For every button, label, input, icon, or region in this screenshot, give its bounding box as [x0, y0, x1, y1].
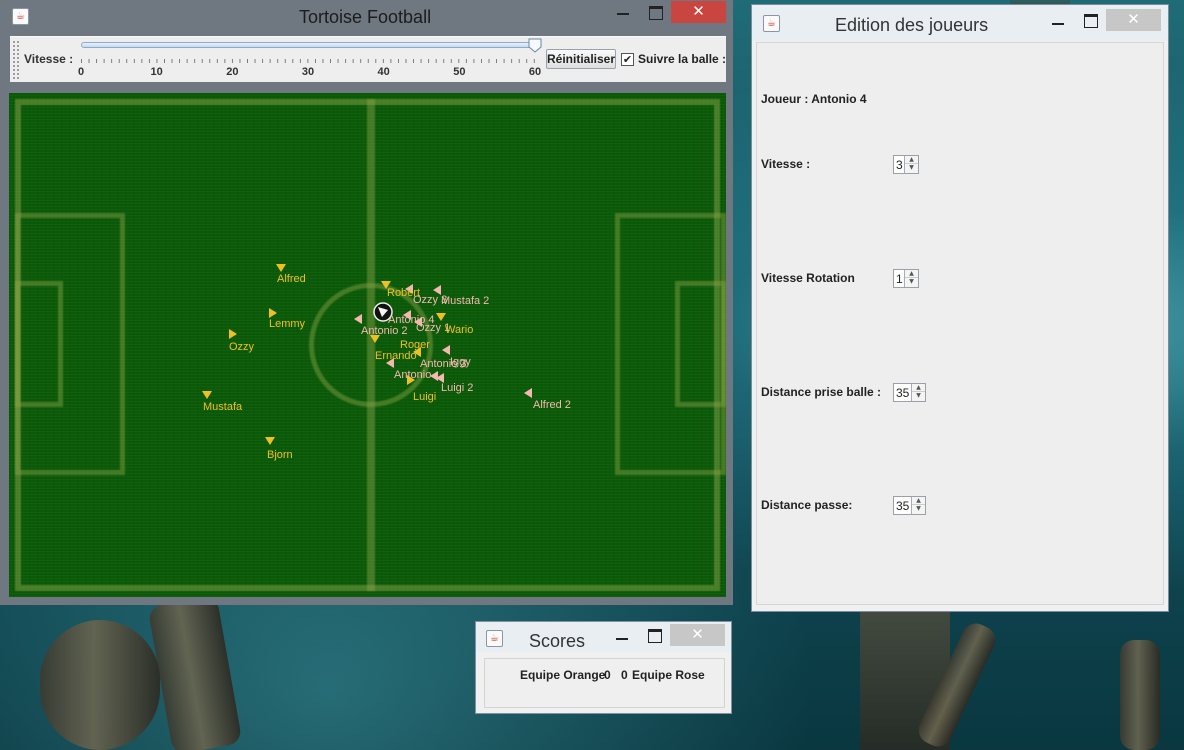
player-name-label[interactable]: Bjorn — [267, 449, 293, 461]
pass-distance-spinner[interactable]: 35 ▲ ▼ — [893, 496, 926, 515]
slider-thumb[interactable] — [528, 38, 542, 53]
field-label: Distance passe: — [761, 498, 853, 512]
spinner-up-arrow-icon[interactable]: ▲ — [905, 270, 918, 278]
field-label: Vitesse : — [761, 157, 811, 171]
team-left-score: 0 — [604, 668, 611, 682]
close-button[interactable]: ✕ — [671, 1, 726, 23]
player-name-label[interactable]: Ernando — [375, 350, 417, 362]
maximize-button[interactable] — [639, 1, 671, 23]
team-left-name: Equipe Orange — [520, 668, 606, 682]
scores-title: Scores — [529, 631, 586, 651]
spinner-up-arrow-icon[interactable]: ▲ — [905, 156, 918, 164]
spinner-buttons: ▲ ▼ — [904, 156, 918, 173]
spinner-down-arrow-icon[interactable]: ▼ — [905, 164, 918, 172]
spinner-value[interactable]: 1 — [896, 272, 903, 286]
speed-slider[interactable]: 0 10 20 30 40 50 60 — [77, 37, 543, 83]
edition-title: Edition des joueurs — [835, 15, 989, 35]
football-pitch[interactable]: Alfred Robert Ozzy 3 Mustafa 2 Antonio 4 Lemm… — [9, 93, 726, 597]
player-name-label[interactable]: Antonio — [394, 369, 431, 381]
follow-ball-checkbox[interactable]: ✔ — [621, 53, 634, 66]
rotation-speed-spinner[interactable]: 1 ▲ ▼ — [893, 269, 919, 288]
player-name-label[interactable]: Ozzy — [229, 341, 254, 353]
player-labels: Alfred Robert Ozzy 3 Mustafa 2 Antonio 4 Lemm… — [9, 93, 726, 597]
player-name-label[interactable]: Antonio 2 — [361, 325, 407, 337]
slider-ticks — [81, 55, 537, 63]
java-cup-icon[interactable]: ☕ — [486, 630, 503, 647]
spinner-buttons: ▲ ▼ — [911, 497, 925, 514]
field-label: Vitesse Rotation — [761, 271, 855, 285]
java-cup-icon[interactable]: ☕ — [763, 15, 780, 32]
team-right-name: Equipe Rose — [632, 668, 705, 682]
spinner-value[interactable]: 35 — [896, 499, 909, 513]
close-button[interactable]: ✕ — [1106, 9, 1161, 31]
ball-take-distance-spinner[interactable]: 35 ▲ ▼ — [893, 383, 926, 402]
background-machine — [40, 620, 160, 750]
minimize-button[interactable] — [1040, 11, 1074, 33]
tick-label: 20 — [226, 66, 239, 78]
minimize-button[interactable] — [604, 626, 638, 648]
toolbar: Vitesse : 0 10 20 30 40 50 60 Réinitialiser ✔ … — [10, 36, 726, 82]
player-name-label[interactable]: Alfred — [277, 273, 306, 285]
speed-label: Vitesse : — [24, 52, 74, 66]
edition-window: ☕ Edition des joueurs ✕ Joueur : Antonio… — [751, 4, 1169, 612]
player-name-label[interactable]: Luigi 2 — [441, 382, 473, 394]
slider-track[interactable] — [81, 42, 535, 48]
player-name-label[interactable]: Luigi — [413, 391, 436, 403]
maximize-button[interactable] — [1074, 9, 1106, 31]
background-pipe — [1120, 640, 1160, 750]
scores-window: ☕ Scores ✕ Equipe Orange 0 0 Equipe Rose — [475, 621, 732, 714]
main-titlebar[interactable]: ☕ Tortoise Football ✕ — [1, 1, 732, 31]
background-pipe — [147, 595, 243, 750]
tick-label: 0 — [77, 66, 85, 78]
team-right-score: 0 — [621, 668, 628, 682]
player-name-label[interactable]: Mustafa — [203, 401, 242, 413]
follow-ball-label: Suivre la balle : — [638, 52, 727, 66]
maximize-button[interactable] — [638, 624, 670, 646]
player-name-label[interactable]: Lemmy — [269, 318, 305, 330]
speed-spinner[interactable]: 3 ▲ ▼ — [893, 155, 919, 174]
scores-panel: Equipe Orange 0 0 Equipe Rose — [484, 658, 725, 708]
edition-titlebar[interactable]: ☕ Edition des joueurs ✕ — [752, 5, 1168, 41]
spinner-down-arrow-icon[interactable]: ▼ — [912, 392, 925, 400]
spinner-buttons: ▲ ▼ — [911, 384, 925, 401]
minimize-button[interactable] — [605, 1, 639, 23]
edition-panel: Joueur : Antonio 4 Vitesse : 3 ▲ ▼ Vites… — [756, 42, 1164, 605]
player-name-label[interactable]: Alfred 2 — [533, 399, 571, 411]
spinner-down-arrow-icon[interactable]: ▼ — [912, 505, 925, 513]
java-cup-icon[interactable]: ☕ — [12, 8, 29, 25]
spinner-value[interactable]: 3 — [896, 158, 903, 172]
tick-label: 10 — [150, 66, 163, 78]
reset-button[interactable]: Réinitialiser — [546, 49, 616, 69]
spinner-value[interactable]: 35 — [896, 386, 909, 400]
tick-label: 30 — [301, 66, 315, 78]
spinner-down-arrow-icon[interactable]: ▼ — [905, 278, 918, 286]
toolbar-grip[interactable] — [12, 40, 20, 80]
spinner-buttons: ▲ ▼ — [904, 270, 918, 287]
close-button[interactable]: ✕ — [670, 624, 725, 646]
tick-label: 40 — [377, 66, 390, 78]
scores-titlebar[interactable]: ☕ Scores ✕ — [476, 622, 731, 652]
tick-label: 60 — [528, 66, 542, 78]
player-name-label[interactable]: Mustafa 2 — [441, 295, 489, 307]
current-player-label: Joueur : Antonio 4 — [761, 92, 867, 106]
spinner-up-arrow-icon[interactable]: ▲ — [912, 384, 925, 392]
spinner-up-arrow-icon[interactable]: ▲ — [912, 497, 925, 505]
player-name-label[interactable]: Wario — [445, 324, 473, 336]
tick-label: 50 — [453, 66, 466, 78]
window-title: Tortoise Football — [299, 7, 432, 27]
field-label: Distance prise balle : — [761, 385, 882, 399]
main-window: ☕ Tortoise Football ✕ Vitesse : 0 10 20 30 4… — [0, 0, 733, 605]
